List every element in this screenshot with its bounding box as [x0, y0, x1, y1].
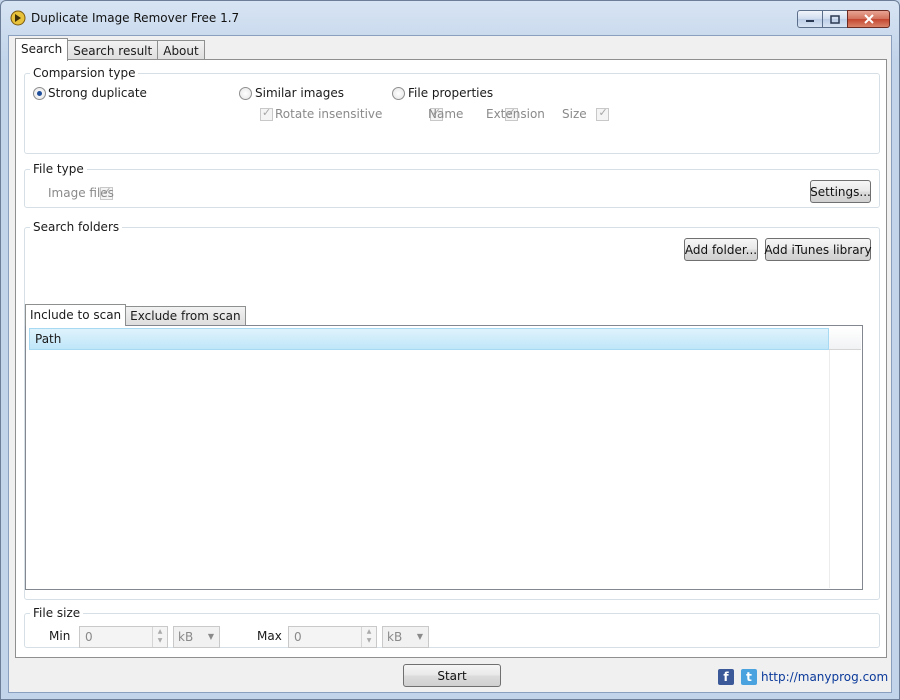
window-title: Duplicate Image Remover Free 1.7 [31, 11, 240, 25]
file-type-group: File type [24, 162, 880, 208]
max-size-value: 0 [294, 630, 302, 644]
tab-search[interactable]: Search [15, 38, 69, 61]
max-unit-select[interactable]: kB ▼ [382, 626, 429, 648]
file-size-legend: File size [33, 606, 81, 620]
folder-list[interactable]: Path [25, 325, 863, 590]
max-size-stepper[interactable]: 0 ▲ ▼ [288, 626, 377, 648]
min-label[interactable]: Min [49, 629, 70, 643]
chevron-down-icon: ▼ [416, 632, 423, 641]
website-link[interactable]: http://manyprog.com [761, 670, 888, 684]
column-header-filler [829, 328, 861, 350]
rotate-insensitive-checkbox[interactable] [260, 106, 273, 121]
facebook-icon[interactable]: f [718, 669, 734, 685]
min-size-stepper[interactable]: 0 ▲ ▼ [79, 626, 168, 648]
minimize-icon [806, 20, 814, 22]
close-button[interactable] [847, 10, 890, 28]
maximize-button[interactable] [822, 10, 848, 28]
column-divider [829, 350, 830, 588]
max-size-spin-arrows[interactable]: ▲ ▼ [361, 627, 376, 647]
name-label: Name [428, 107, 464, 121]
file-type-legend: File type [33, 162, 84, 176]
tab-about[interactable]: About [157, 40, 205, 61]
chevron-down-icon: ▼ [207, 632, 214, 641]
min-unit-value: kB [178, 630, 194, 644]
size-label: Size [562, 107, 587, 121]
search-tab-panel: Comparsion type Strong duplicate Similar… [15, 59, 887, 687]
rotate-insensitive-label: Rotate insensitive [275, 107, 383, 121]
add-folder-button[interactable]: Add folder... [684, 238, 758, 261]
close-icon [863, 14, 874, 24]
similar-images-label[interactable]: Similar images [255, 86, 344, 100]
max-label[interactable]: Max [257, 629, 282, 643]
min-unit-select[interactable]: kB ▼ [173, 626, 220, 648]
path-column-header[interactable]: Path [29, 328, 829, 350]
twitter-icon[interactable]: t [741, 669, 757, 685]
file-properties-radio[interactable] [392, 87, 405, 100]
similar-images-radio[interactable] [239, 87, 252, 100]
minimize-button[interactable] [797, 10, 823, 28]
search-folders-legend: Search folders [33, 220, 120, 234]
tab-include-to-scan[interactable]: Include to scan [25, 304, 127, 326]
tab-exclude-from-scan[interactable]: Exclude from scan [125, 306, 246, 326]
strong-duplicate-label[interactable]: Strong duplicate [48, 86, 147, 100]
maximize-icon [830, 14, 840, 24]
strong-duplicate-radio[interactable] [33, 87, 46, 100]
max-unit-value: kB [387, 630, 403, 644]
min-size-spin-arrows[interactable]: ▲ ▼ [152, 627, 167, 647]
size-checkbox[interactable] [596, 106, 610, 121]
title-bar[interactable]: Duplicate Image Remover Free 1.7 [1, 1, 899, 35]
main-tabs: Search Search result About [15, 38, 205, 61]
image-files-label: Image files [48, 186, 114, 200]
comparison-type-legend: Comparsion type [33, 66, 136, 80]
file-properties-label[interactable]: File properties [408, 86, 493, 100]
app-window: Duplicate Image Remover Free 1.7 Search … [0, 0, 900, 700]
app-icon [10, 10, 26, 26]
scan-tabs: Include to scan Exclude from scan [25, 304, 246, 326]
extension-label: Extension [486, 107, 545, 121]
add-itunes-library-button[interactable]: Add iTunes library [764, 238, 872, 261]
tab-search-result[interactable]: Search result [67, 40, 159, 61]
settings-button[interactable]: Settings... [810, 180, 871, 203]
client-area: Search Search result About Comparsion ty… [8, 35, 892, 693]
start-button[interactable]: Start [403, 664, 501, 687]
min-size-value: 0 [85, 630, 93, 644]
